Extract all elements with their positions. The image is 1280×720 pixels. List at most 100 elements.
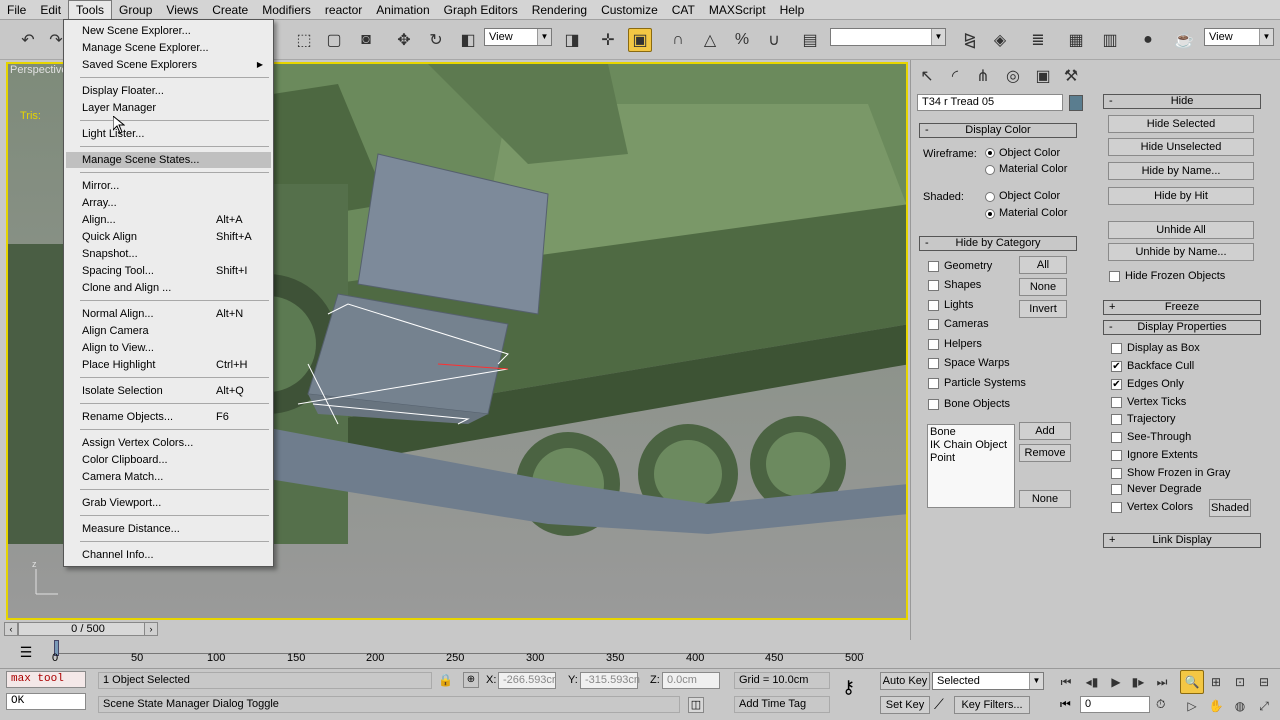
- menu-edit[interactable]: Edit: [33, 0, 68, 20]
- go-to-end-icon[interactable]: ⏭: [1150, 670, 1174, 694]
- hide-rollout[interactable]: - Hide: [1103, 94, 1261, 109]
- menu-item-place-highlight[interactable]: Place Highlight Ctrl+H: [66, 357, 271, 373]
- maximize-viewport-icon[interactable]: ⤢: [1252, 694, 1276, 718]
- menu-item-array[interactable]: Array...: [66, 195, 271, 211]
- ignore-extents-checkbox[interactable]: [1111, 450, 1122, 461]
- menu-create[interactable]: Create: [205, 0, 255, 20]
- edges-only-checkbox[interactable]: ✔: [1111, 379, 1122, 390]
- menu-item-mirror[interactable]: Mirror...: [66, 178, 271, 194]
- cameras-checkbox[interactable]: [928, 319, 939, 330]
- set-key-button[interactable]: Set Key: [880, 696, 930, 714]
- set-key-key-icon[interactable]: ⚷: [842, 677, 855, 698]
- snaps-toggle-icon[interactable]: ∩: [666, 28, 690, 52]
- next-frame-icon[interactable]: ▮▸: [1126, 670, 1150, 694]
- undo-icon[interactable]: ↶: [16, 28, 40, 52]
- key-mode-toggle-icon[interactable]: ⏮: [1060, 697, 1071, 712]
- z-coordinate-field[interactable]: 0.0cm: [662, 672, 720, 689]
- menu-item-manage-scene-states[interactable]: Manage Scene States...: [66, 152, 271, 168]
- unhide-all-button[interactable]: Unhide All: [1108, 221, 1254, 239]
- mirror-icon[interactable]: ⧎: [958, 28, 982, 52]
- hide-selected-button[interactable]: Hide Selected: [1108, 115, 1254, 133]
- y-coordinate-field[interactable]: -315.593cn: [580, 672, 640, 689]
- invert-button[interactable]: Invert: [1019, 300, 1067, 318]
- shaded-button[interactable]: Shaded: [1209, 499, 1251, 517]
- shaded-material-color-radio[interactable]: [985, 209, 995, 219]
- previous-frame-icon[interactable]: ◂▮: [1080, 670, 1104, 694]
- menu-item-quick-align[interactable]: Quick Align Shift+A: [66, 229, 271, 245]
- selection-lock-icon[interactable]: 🔒: [438, 673, 453, 687]
- key-filters-button[interactable]: Key Filters...: [954, 696, 1030, 714]
- zoom-extents-icon[interactable]: ⊡: [1228, 670, 1252, 694]
- lights-checkbox[interactable]: [928, 300, 939, 311]
- remove-button[interactable]: Remove: [1019, 444, 1071, 462]
- current-frame-field[interactable]: 0: [1080, 696, 1150, 713]
- menu-customize[interactable]: Customize: [594, 0, 665, 20]
- list-none-button[interactable]: None: [1019, 490, 1071, 508]
- spinner-snap-icon[interactable]: ∪: [762, 28, 786, 52]
- menu-tools[interactable]: Tools: [68, 0, 113, 20]
- viewport-label[interactable]: Perspective: [10, 64, 67, 76]
- menu-item-clone-and-align[interactable]: Clone and Align ...: [66, 280, 271, 296]
- display-as-box-checkbox[interactable]: [1111, 343, 1122, 354]
- time-configuration-icon[interactable]: ⏱: [1156, 697, 1165, 712]
- menu-item-normal-align[interactable]: Normal Align... Alt+N: [66, 306, 271, 322]
- percent-snap-icon[interactable]: %: [730, 28, 754, 52]
- all-button[interactable]: All: [1019, 256, 1067, 274]
- list-item[interactable]: Point: [930, 452, 1012, 465]
- backface-cull-checkbox[interactable]: ✔: [1111, 361, 1122, 372]
- menu-maxscript[interactable]: MAXScript: [702, 0, 773, 20]
- display-color-rollout[interactable]: - Display Color: [919, 123, 1077, 138]
- reference-coordinate-select[interactable]: View ▼: [484, 28, 552, 46]
- rotate-icon[interactable]: ↻: [424, 28, 448, 52]
- link-display-rollout[interactable]: + Link Display: [1103, 533, 1261, 548]
- absolute-mode-icon[interactable]: ⊕: [463, 672, 479, 688]
- isolate-toggle-icon[interactable]: ◫: [688, 697, 704, 713]
- none-button[interactable]: None: [1019, 278, 1067, 296]
- menu-item-color-clipboard[interactable]: Color Clipboard...: [66, 452, 271, 468]
- menu-item-align-camera[interactable]: Align Camera: [66, 323, 271, 339]
- unhide-by-name-button[interactable]: Unhide by Name...: [1108, 243, 1254, 261]
- display-tab-icon[interactable]: ▣: [1031, 64, 1055, 88]
- curve-editor-icon[interactable]: ▦: [1064, 28, 1088, 52]
- edit-named-selection-icon[interactable]: ▤: [798, 28, 822, 52]
- named-selection-set-select[interactable]: ▼: [830, 28, 946, 46]
- menu-item-light-lister[interactable]: Light Lister...: [66, 126, 271, 142]
- zoom-extents-all-icon[interactable]: ⊟: [1252, 670, 1276, 694]
- hide-frozen-checkbox[interactable]: [1109, 271, 1120, 282]
- utilities-tab-icon[interactable]: ⚒: [1059, 64, 1083, 88]
- orbit-icon[interactable]: ◍: [1228, 694, 1252, 718]
- rectangular-selection-icon[interactable]: ▢: [322, 28, 346, 52]
- schematic-view-icon[interactable]: ▥: [1098, 28, 1122, 52]
- maxscript-listener-field[interactable]: max tool: [6, 671, 86, 688]
- space-warps-checkbox[interactable]: [928, 358, 939, 369]
- hide-by-hit-button[interactable]: Hide by Hit: [1108, 187, 1254, 205]
- never-degrade-checkbox[interactable]: [1111, 484, 1122, 495]
- menu-item-spacing-tool[interactable]: Spacing Tool... Shift+I: [66, 263, 271, 279]
- object-color-swatch[interactable]: [1069, 95, 1083, 111]
- render-setup-icon[interactable]: ☕: [1172, 28, 1196, 52]
- menu-graph-editors[interactable]: Graph Editors: [437, 0, 525, 20]
- pivot-icon[interactable]: ◨: [560, 28, 584, 52]
- align-icon[interactable]: ◈: [988, 28, 1012, 52]
- vertex-ticks-checkbox[interactable]: [1111, 397, 1122, 408]
- render-view-select[interactable]: View ▼: [1204, 28, 1274, 46]
- shapes-checkbox[interactable]: [928, 280, 939, 291]
- go-to-start-icon[interactable]: ⏮: [1054, 670, 1078, 694]
- create-tab-icon[interactable]: ↖: [915, 64, 939, 88]
- menu-help[interactable]: Help: [773, 0, 812, 20]
- hierarchy-tab-icon[interactable]: ⋔: [971, 64, 995, 88]
- menu-item-channel-info[interactable]: Channel Info...: [66, 547, 271, 563]
- object-name-field[interactable]: T34 r Tread 05: [917, 94, 1063, 111]
- list-item[interactable]: Bone: [930, 426, 1012, 439]
- menu-item-isolate-selection[interactable]: Isolate Selection Alt+Q: [66, 383, 271, 399]
- menu-item-display-floater[interactable]: Display Floater...: [66, 83, 271, 99]
- default-in-out-tangent-icon[interactable]: ⟋: [934, 696, 944, 713]
- wireframe-object-color-radio[interactable]: [985, 148, 995, 158]
- menu-item-saved-scene-explorers[interactable]: Saved Scene Explorers ▶: [66, 57, 271, 73]
- hide-by-category-rollout[interactable]: - Hide by Category: [919, 236, 1077, 251]
- menu-item-layer-manager[interactable]: Layer Manager: [66, 100, 271, 116]
- move-icon[interactable]: ✥: [392, 28, 416, 52]
- next-frame-icon[interactable]: ›: [144, 622, 158, 636]
- shaded-object-color-radio[interactable]: [985, 192, 995, 202]
- menu-rendering[interactable]: Rendering: [525, 0, 594, 20]
